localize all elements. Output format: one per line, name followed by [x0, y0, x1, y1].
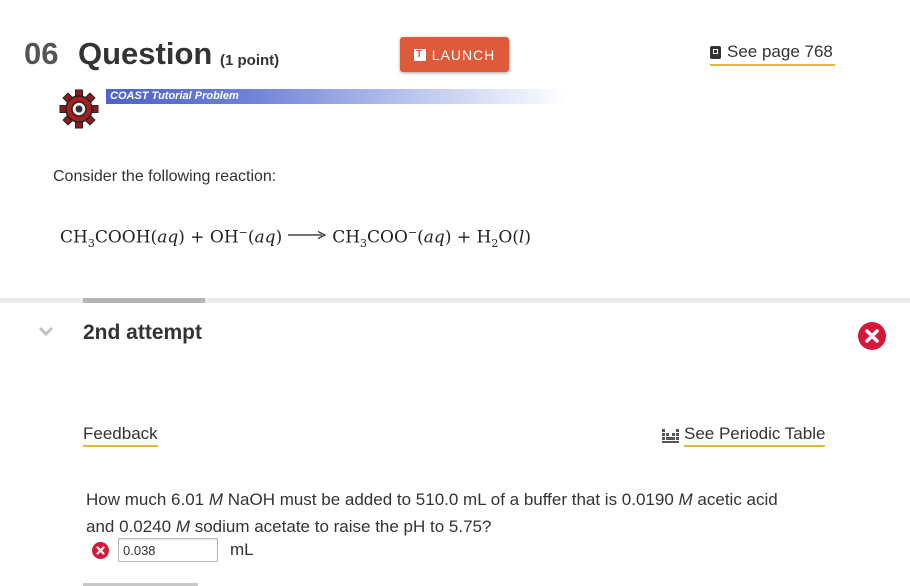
incorrect-icon: [858, 322, 886, 350]
answer-unit: mL: [230, 540, 254, 559]
answer-input[interactable]: [118, 538, 218, 562]
attempt-label: 2nd attempt: [83, 321, 203, 344]
see-page-label: See page 768: [727, 42, 833, 61]
launch-label: LAUNCH: [431, 46, 496, 63]
question-text: How much 6.01 M NaOH must be added to 51…: [86, 490, 778, 536]
reaction-equation: CH3COOH(aq) + OH−(aq) CH3COO−(aq) + H2O(l…: [60, 226, 531, 251]
launch-icon: T: [413, 48, 426, 61]
see-page-link[interactable]: See page 768: [710, 40, 835, 66]
question-points: (1 point): [220, 52, 280, 69]
periodic-table-label: See Periodic Table: [684, 424, 826, 447]
answer-row: mL: [92, 537, 254, 563]
periodic-table-icon: [662, 428, 679, 443]
reaction-intro: Consider the following reaction:: [53, 168, 277, 185]
periodic-table-link[interactable]: See Periodic Table: [662, 424, 826, 447]
gear-icon: [59, 89, 99, 129]
reaction-arrow-icon: [288, 230, 327, 239]
coast-tutorial-banner: COAST Tutorial Problem: [106, 89, 566, 104]
book-icon: [710, 45, 721, 59]
incorrect-icon: [92, 541, 109, 559]
chevron-down-icon[interactable]: [38, 326, 54, 338]
feedback-link[interactable]: Feedback: [83, 424, 158, 447]
question-number: 06: [24, 36, 59, 71]
launch-button[interactable]: T LAUNCH: [400, 37, 509, 72]
question-title: Question: [78, 36, 213, 71]
section-divider-tab: [83, 298, 205, 303]
